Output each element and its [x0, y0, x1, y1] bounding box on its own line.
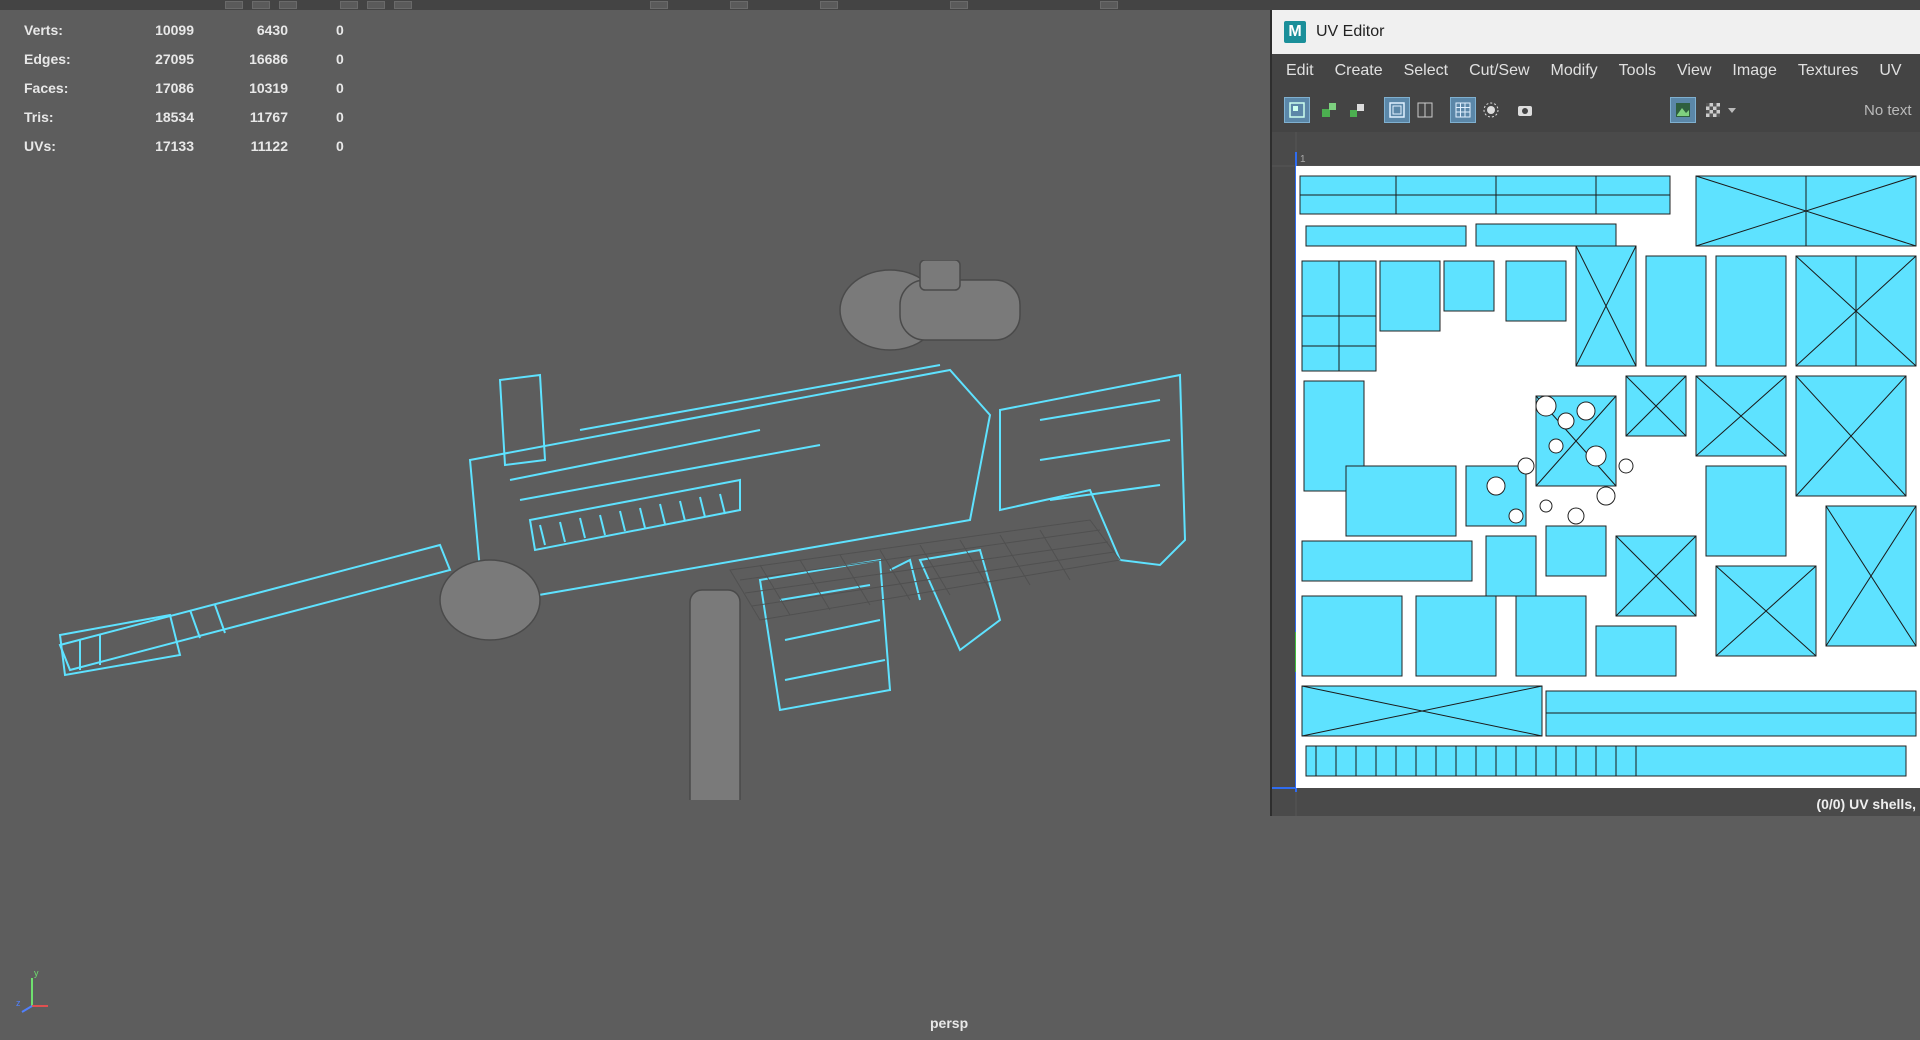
hud-value: 10099	[155, 22, 194, 38]
hud-value: 11767	[249, 109, 288, 125]
uv-layout-sheet	[1296, 166, 1920, 788]
uv-layout-icon[interactable]	[1284, 97, 1310, 123]
hud-label: Tris:	[24, 109, 54, 125]
maya-logo-icon: M	[1284, 21, 1306, 43]
uv-editor-window[interactable]: M UV Editor Edit Create Select Cut/Sew M…	[1270, 10, 1920, 816]
hud-label: UVs:	[24, 138, 56, 154]
hud-value: 18534	[155, 109, 194, 125]
hud-value: 0	[336, 80, 344, 96]
front-sight-wire	[498, 373, 547, 467]
hud-value: 17086	[155, 80, 194, 96]
dropdown-icon[interactable]	[1724, 97, 1740, 123]
uv-image-icon[interactable]	[1670, 97, 1696, 123]
toolbar-button[interactable]	[367, 1, 385, 9]
menu-modify[interactable]: Modify	[1551, 62, 1598, 80]
menu-view[interactable]: View	[1677, 62, 1711, 80]
hud-value: 0	[336, 138, 344, 154]
axis-y-label: y	[34, 968, 39, 978]
hud-value: 10319	[249, 80, 288, 96]
menu-cut-sew[interactable]: Cut/Sew	[1469, 62, 1529, 80]
hud-value: 16686	[249, 51, 288, 67]
texture-dropdown[interactable]: No text	[1864, 102, 1912, 119]
uv-grid-label-1: 1	[1300, 154, 1306, 165]
toolbar-button[interactable]	[252, 1, 270, 9]
top-toolbar-strip	[0, 0, 1920, 10]
hud-value: 11122	[250, 138, 288, 154]
scope-body	[899, 279, 1021, 341]
camera-label: persp	[930, 1015, 969, 1031]
uv-editor-titlebar[interactable]: M UV Editor	[1272, 10, 1920, 54]
hud-value: 27095	[155, 51, 194, 67]
hud-value: 0	[336, 109, 344, 125]
menu-textures[interactable]: Textures	[1798, 62, 1858, 80]
hud-value: 0	[336, 51, 344, 67]
axis-z-label: z	[16, 998, 21, 1008]
magazine-wire	[758, 558, 892, 712]
uv-shells-wire	[1296, 166, 1920, 788]
hud-value: 17133	[155, 138, 194, 154]
menu-edit[interactable]: Edit	[1286, 62, 1314, 80]
window-title: UV Editor	[1316, 23, 1385, 40]
toolbar-button[interactable]	[340, 1, 358, 9]
uv-unfold-icon[interactable]	[1344, 97, 1370, 123]
uv-editor-toolbar: No text	[1272, 88, 1920, 133]
menu-uv[interactable]: UV	[1879, 62, 1901, 80]
menu-image[interactable]: Image	[1732, 62, 1776, 80]
uv-shell-icon[interactable]	[1316, 97, 1342, 123]
uv-grid-icon[interactable]	[1450, 97, 1476, 123]
uv-shell-status: (0/0) UV shells,	[1816, 796, 1916, 812]
toolbar-button[interactable]	[650, 1, 668, 9]
toolbar-button[interactable]	[950, 1, 968, 9]
hud-value: 0	[336, 22, 344, 38]
rifle-model[interactable]	[40, 260, 1200, 800]
toolbar-button[interactable]	[279, 1, 297, 9]
toolbar-button[interactable]	[820, 1, 838, 9]
menu-select[interactable]: Select	[1404, 62, 1448, 80]
toolbar-button[interactable]	[730, 1, 748, 9]
flashlight	[439, 559, 541, 641]
uv-frame-all-icon[interactable]	[1412, 97, 1438, 123]
uv-frame-icon[interactable]	[1384, 97, 1410, 123]
toolbar-button[interactable]	[225, 1, 243, 9]
hud-value: 6430	[256, 22, 288, 38]
stock-wire	[999, 373, 1187, 567]
uv-checker-icon[interactable]	[1700, 97, 1726, 123]
uv-shaded-icon[interactable]	[1478, 97, 1504, 123]
hud-label: Faces:	[24, 80, 69, 96]
hud-label: Edges:	[24, 51, 71, 67]
barrel-wire	[58, 543, 452, 672]
menu-create[interactable]: Create	[1335, 62, 1383, 80]
uv-canvas[interactable]: 1 .2	[1272, 132, 1920, 816]
uv-editor-menubar: Edit Create Select Cut/Sew Modify Tools …	[1272, 54, 1920, 88]
uv-snapshot-icon[interactable]	[1512, 97, 1538, 123]
toolbar-button[interactable]	[1100, 1, 1118, 9]
axis-gizmo: y z	[16, 968, 48, 1013]
hud-label: Verts:	[24, 22, 63, 38]
menu-tools[interactable]: Tools	[1619, 62, 1656, 80]
toolbar-button[interactable]	[394, 1, 412, 9]
foregrip	[689, 589, 741, 800]
